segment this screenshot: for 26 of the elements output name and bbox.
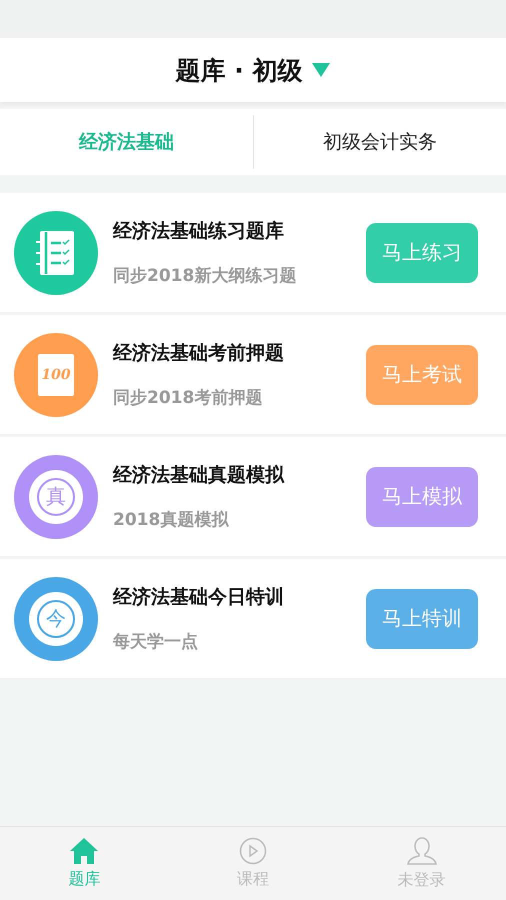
action-button[interactable]: 马上特训 bbox=[366, 588, 478, 648]
action-button[interactable]: 马上考试 bbox=[366, 344, 478, 404]
seal-icon: 真 bbox=[29, 470, 83, 524]
item-subtitle: 2018真题模拟 bbox=[113, 509, 230, 531]
page-title: 题库 · 初级 bbox=[176, 54, 302, 86]
nav-tab[interactable]: 课程 bbox=[168, 827, 338, 900]
seal-icon: 今 bbox=[29, 592, 83, 646]
item-title: 经济法基础考前押题 bbox=[113, 341, 285, 366]
home-icon bbox=[69, 837, 100, 865]
user-icon bbox=[406, 836, 437, 866]
dropdown-triangle-icon[interactable] bbox=[312, 63, 330, 77]
item-subtitle: 同步2018新大纲练习题 bbox=[113, 265, 298, 287]
action-button[interactable]: 马上模拟 bbox=[366, 466, 478, 526]
item-subtitle: 每天学一点 bbox=[113, 631, 199, 653]
checklist-icon bbox=[36, 230, 76, 276]
tab[interactable]: 初级会计实务 bbox=[254, 109, 506, 175]
item-title: 经济法基础今日特训 bbox=[113, 585, 285, 610]
item-title: 经济法基础练习题库 bbox=[113, 219, 285, 244]
action-button[interactable]: 马上练习 bbox=[366, 222, 478, 282]
tab[interactable]: 经济法基础 bbox=[0, 109, 252, 175]
nav-tab[interactable]: 未登录 bbox=[337, 827, 506, 900]
score-sheet-icon: 100 bbox=[38, 354, 74, 396]
play-icon bbox=[239, 837, 267, 865]
item-subtitle: 同步2018考前押题 bbox=[113, 387, 264, 409]
nav-tab[interactable]: 题库 bbox=[0, 827, 169, 900]
item-title: 经济法基础真题模拟 bbox=[113, 463, 286, 488]
